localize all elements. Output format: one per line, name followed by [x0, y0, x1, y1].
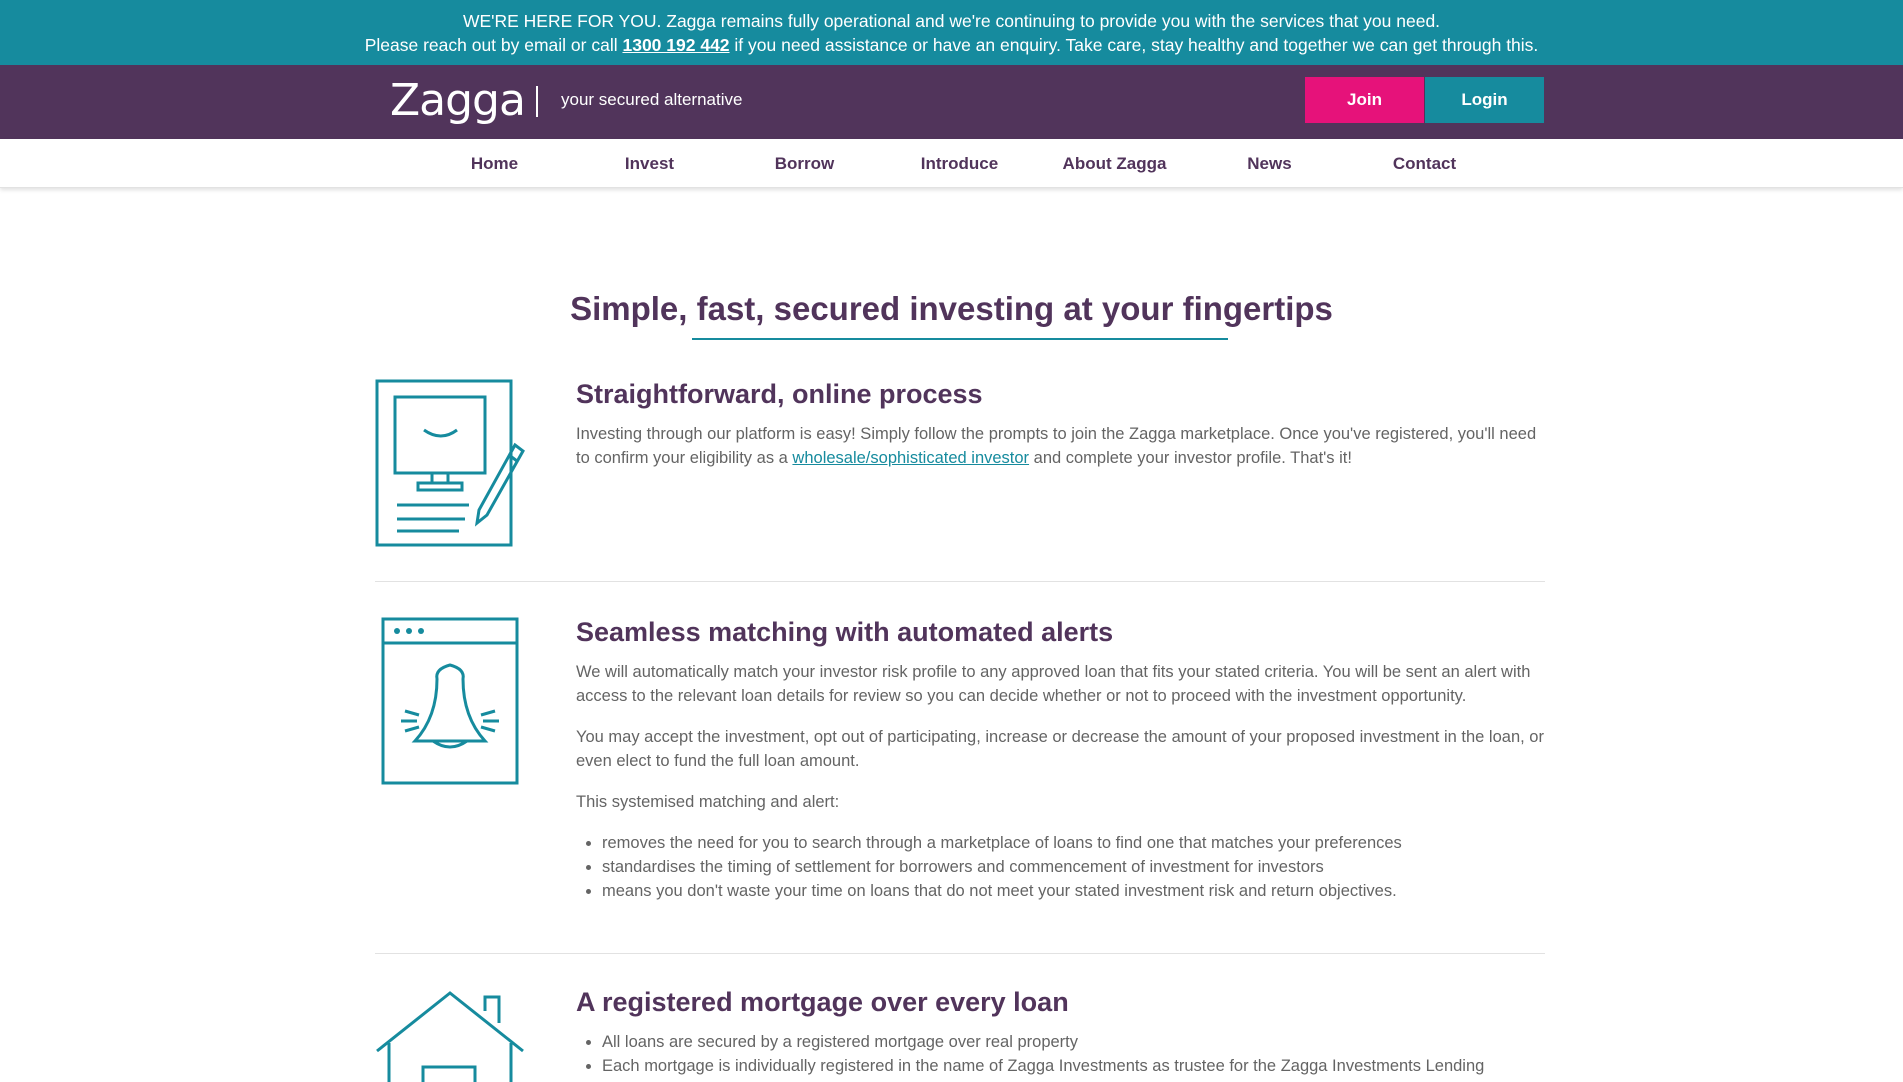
nav-item-introduce[interactable]: Introduce [882, 139, 1037, 188]
tagline: your secured alternative [561, 90, 743, 109]
nav-item-about-zagga[interactable]: About Zagga [1037, 139, 1192, 188]
paragraph-text-after: and complete your investor profile. That… [1029, 449, 1352, 467]
nav-item-borrow[interactable]: Borrow [727, 139, 882, 188]
page-title: Simple, fast, secured investing at your … [570, 290, 1333, 327]
list-item: standardises the timing of settlement fo… [602, 855, 1544, 879]
section-paragraph: Investing through our platform is easy! … [576, 422, 1544, 470]
banner-line-1: WE'RE HERE FOR YOU. Zagga remains fully … [462, 11, 1441, 31]
list-item: Each mortgage is individually registered… [602, 1054, 1544, 1078]
house-icon [376, 991, 524, 1082]
section-title: Straightforward, online process [576, 379, 983, 409]
list-item: means you don't waste your time on loans… [602, 879, 1544, 903]
section-title: A registered mortgage over every loan [576, 987, 1069, 1017]
section-paragraph: We will automatically match your investo… [576, 663, 1531, 705]
login-button[interactable]: Login [1425, 77, 1544, 123]
banner-line-2: Please reach out by email or call 1300 1… [0, 33, 1903, 57]
section-content: Straightforward, online process Investin… [576, 379, 1544, 487]
logo-divider [536, 86, 538, 117]
nav-item-home[interactable]: Home [417, 139, 572, 188]
brand-bar: Zagga your secured alternative Join Logi… [0, 65, 1903, 139]
title-underline [692, 338, 1228, 340]
banner-line-2-after: if you need assistance or have an enquir… [729, 35, 1539, 55]
join-button[interactable]: Join [1305, 77, 1424, 123]
feature-automated-alerts: Seamless matching with automated alerts … [375, 617, 1545, 917]
wholesale-investor-link[interactable]: wholesale/sophisticated investor [792, 449, 1029, 467]
nav-item-news[interactable]: News [1192, 139, 1347, 188]
bullet-list: removes the need for you to search throu… [602, 831, 1544, 903]
list-item: removes the need for you to search throu… [602, 831, 1544, 855]
section-title: Seamless matching with automated alerts [576, 617, 1114, 647]
covid-banner: WE'RE HERE FOR YOU. Zagga remains fully … [0, 0, 1903, 65]
nav-item-contact[interactable]: Contact [1347, 139, 1502, 188]
phone-link[interactable]: 1300 192 442 [622, 35, 729, 55]
zagga-logo[interactable]: Zagga [390, 75, 526, 126]
bell-alert-window-icon [381, 617, 519, 785]
nav-item-invest[interactable]: Invest [572, 139, 727, 188]
feature-registered-mortgage: A registered mortgage over every loan Al… [375, 987, 1545, 1082]
section-paragraph: You may accept the investment, opt out o… [576, 728, 1544, 770]
bullet-list: All loans are secured by a registered mo… [602, 1030, 1544, 1078]
list-item: All loans are secured by a registered mo… [602, 1030, 1544, 1054]
section-paragraph: This systemised matching and alert: [576, 793, 840, 811]
section-divider [375, 953, 1545, 954]
section-content: Seamless matching with automated alerts … [576, 617, 1544, 903]
section-divider [375, 581, 1545, 582]
section-content: A registered mortgage over every loan Al… [576, 987, 1544, 1078]
main-nav: Home Invest Borrow Introduce About Zagga… [0, 139, 1903, 188]
computer-document-icon [375, 379, 525, 547]
banner-line-2-before: Please reach out by email or call [364, 35, 623, 55]
feature-online-process: Straightforward, online process Investin… [375, 379, 1545, 549]
